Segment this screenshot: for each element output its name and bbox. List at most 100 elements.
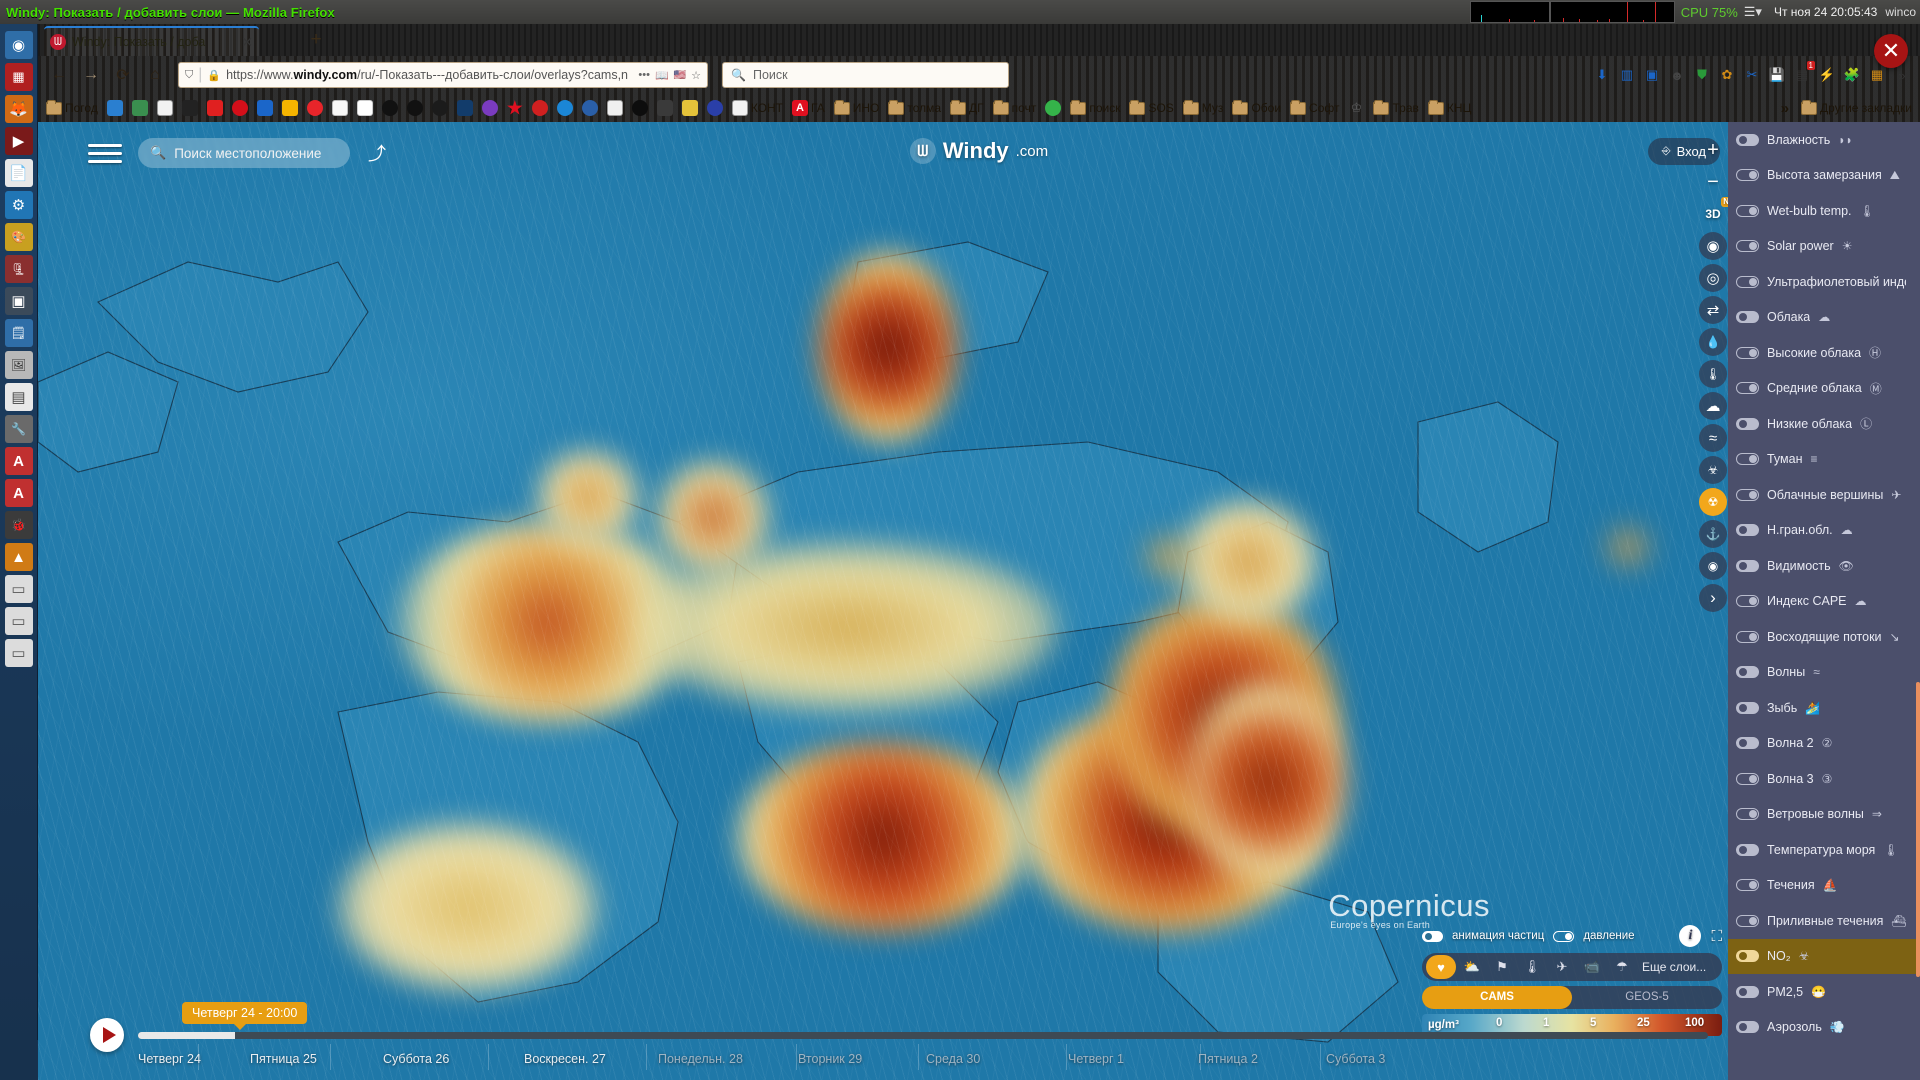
airplane-icon[interactable]: ✈ bbox=[1548, 955, 1576, 979]
hamburger-menu-icon[interactable]: ☰▾ bbox=[1744, 4, 1766, 20]
currents-layer-button[interactable]: ⚓ bbox=[1699, 520, 1727, 548]
search-bar[interactable]: 🔍 Поиск bbox=[722, 62, 1009, 88]
layer-toggle[interactable] bbox=[1736, 630, 1759, 643]
layer-row-aerosol[interactable]: Аэрозоль 💨 bbox=[1728, 1010, 1920, 1046]
bookmark-folder-ino[interactable]: ИНО bbox=[830, 99, 884, 117]
zoom-in-button[interactable]: + bbox=[1699, 136, 1727, 164]
bookmark-star-icon[interactable]: ☆ bbox=[691, 69, 701, 82]
location-search-input[interactable]: 🔍 Поиск местоположение bbox=[138, 138, 350, 168]
taskbar-window-label[interactable]: winco bbox=[1885, 5, 1920, 19]
bookmark-bird[interactable] bbox=[653, 98, 677, 118]
layer-row-tidal-currents[interactable]: Приливные течения ⛴ bbox=[1728, 903, 1920, 939]
layer-row-humidity[interactable]: Влажность ◗◗ bbox=[1728, 122, 1920, 158]
favorites-icon[interactable]: ♥ bbox=[1426, 955, 1456, 979]
bookmark-youtube[interactable] bbox=[203, 98, 227, 118]
bookmark-yandex-alt[interactable] bbox=[328, 98, 352, 118]
bookmark-mail[interactable] bbox=[278, 98, 302, 118]
layer-row-clouds[interactable]: Облака ☁ bbox=[1728, 300, 1920, 336]
timeline-day-9[interactable]: Суббота 3 bbox=[1326, 1052, 1385, 1066]
new-tab-button[interactable]: + bbox=[303, 29, 329, 53]
more-layers-button[interactable]: Еще слои... bbox=[1642, 960, 1712, 974]
layer-toggle[interactable] bbox=[1736, 240, 1759, 253]
bookmark-pen[interactable] bbox=[478, 98, 502, 118]
expand-rail-button[interactable]: › bbox=[1699, 584, 1727, 612]
layer-toggle[interactable] bbox=[1736, 169, 1759, 182]
wind-flag-icon[interactable]: ⚑ bbox=[1488, 955, 1516, 979]
bookmark-folder-trav[interactable]: Трав bbox=[1369, 99, 1422, 117]
bookmark-globe-dark[interactable] bbox=[403, 98, 427, 118]
layer-toggle[interactable] bbox=[1736, 879, 1759, 892]
bookmark-star-red[interactable] bbox=[503, 98, 527, 118]
layer-toggle[interactable] bbox=[1736, 275, 1759, 288]
puzzle-icon[interactable]: 🧩 bbox=[1840, 62, 1864, 88]
home-button[interactable]: ⌂ bbox=[140, 60, 170, 90]
bookmark-github[interactable] bbox=[428, 98, 452, 118]
timeline-track[interactable] bbox=[138, 1032, 1708, 1039]
layers-scrollbar[interactable] bbox=[1916, 682, 1920, 977]
layer-toggle[interactable] bbox=[1736, 950, 1759, 963]
bookmark-note[interactable] bbox=[153, 98, 177, 118]
layer-toggle[interactable] bbox=[1736, 382, 1759, 395]
no2-layer-button[interactable]: ☢ bbox=[1699, 488, 1727, 516]
layer-toggle[interactable] bbox=[1736, 595, 1759, 608]
layer-toggle[interactable] bbox=[1736, 524, 1759, 537]
bookmark-folder-poisk[interactable]: поиск bbox=[1066, 99, 1124, 117]
timeline-day-0[interactable]: Четверг 24 bbox=[138, 1052, 201, 1066]
bookmark-star-dark[interactable] bbox=[378, 98, 402, 118]
layer-toggle[interactable] bbox=[1736, 346, 1759, 359]
dock-item-calculator[interactable]: ▦ bbox=[4, 63, 33, 91]
shield-adblock-icon[interactable]: ⛊ bbox=[1690, 62, 1714, 88]
satellite-layer-button[interactable]: ⇄ bbox=[1699, 296, 1727, 324]
close-panel-button[interactable]: ✕ bbox=[1874, 34, 1908, 68]
bookmark-h2o[interactable] bbox=[553, 98, 577, 118]
bookmarks-overflow-button[interactable]: » bbox=[1777, 98, 1793, 119]
zoom-out-button[interactable]: − bbox=[1699, 168, 1727, 196]
system-clock[interactable]: Чт ноя 24 20:05:43 bbox=[1766, 5, 1885, 19]
dock-item-app-launcher[interactable]: ◉ bbox=[4, 31, 33, 59]
radar-layer-button[interactable]: ◎ bbox=[1699, 264, 1727, 292]
bookmark-shield-blue[interactable] bbox=[578, 98, 602, 118]
layer-row-freezing-level[interactable]: Высота замерзания ⛰ bbox=[1728, 158, 1920, 194]
tab-windy[interactable]: ᗯ Windy: Показать / доба ✕ bbox=[44, 26, 259, 56]
timeline-day-7[interactable]: Четверг 1 bbox=[1068, 1052, 1124, 1066]
layer-row-swell[interactable]: Зыбь 🏄 bbox=[1728, 690, 1920, 726]
layer-toggle[interactable] bbox=[1736, 843, 1759, 856]
bookmark-opera[interactable] bbox=[228, 98, 252, 118]
layer-row-high-clouds[interactable]: Высокие облака Ⓗ bbox=[1728, 335, 1920, 371]
bookmark-map[interactable] bbox=[128, 98, 152, 118]
bookmark-kont[interactable]: КОНТ bbox=[728, 98, 787, 118]
dock-item-firefox[interactable]: 🦊 bbox=[4, 95, 33, 123]
sidebar-icon[interactable]: ▣ bbox=[1640, 62, 1664, 88]
bookmark-data[interactable] bbox=[453, 98, 477, 118]
layer-toggle[interactable] bbox=[1736, 666, 1759, 679]
bookmark-ga[interactable]: A ГА bbox=[788, 98, 829, 118]
layer-toggle[interactable] bbox=[1736, 453, 1759, 466]
bookmark-folder-muz[interactable]: Муз bbox=[1179, 99, 1228, 117]
shield-icon[interactable]: ⛉ bbox=[185, 69, 193, 82]
layer-toggle[interactable] bbox=[1736, 488, 1759, 501]
dock-item-window-3[interactable]: ▭ bbox=[4, 639, 33, 667]
other-bookmarks-folder[interactable]: Другие закладки bbox=[1797, 99, 1916, 117]
url-bar[interactable]: ⛉ | 🔒 https://www.windy.com/ru/-Показать… bbox=[178, 62, 708, 88]
layer-row-fog[interactable]: Туман ≡ bbox=[1728, 442, 1920, 478]
bookmark-green-orb[interactable] bbox=[1041, 98, 1065, 118]
thermometer-icon[interactable]: 🌡 bbox=[1518, 955, 1546, 979]
layer-toggle[interactable] bbox=[1736, 417, 1759, 430]
dock-item-spreadsheet[interactable]: ▤ bbox=[4, 383, 33, 411]
timeline-day-3[interactable]: Воскресен. 27 bbox=[524, 1052, 606, 1066]
downloads-icon[interactable]: ⬇ bbox=[1590, 62, 1614, 88]
dock-item-archive[interactable]: 🗜 bbox=[4, 255, 33, 283]
play-button[interactable] bbox=[90, 1018, 124, 1052]
bookmark-droplet[interactable] bbox=[703, 98, 727, 118]
layer-row-mid-clouds[interactable]: Средние облака Ⓜ bbox=[1728, 371, 1920, 407]
layer-toggle[interactable] bbox=[1736, 737, 1759, 750]
bookmark-folder-sos[interactable]: SOS bbox=[1125, 99, 1177, 117]
rain-layer-button[interactable]: 💧 bbox=[1699, 328, 1727, 356]
timeline-day-1[interactable]: Пятница 25 bbox=[250, 1052, 317, 1066]
layer-toggle[interactable] bbox=[1736, 772, 1759, 785]
layer-row-waves[interactable]: Волны ≈ bbox=[1728, 655, 1920, 691]
3d-toggle-button[interactable]: 3D N bbox=[1699, 197, 1731, 228]
dock-item-notes[interactable]: 🗒 bbox=[4, 319, 33, 347]
lock-icon[interactable]: 🔒 bbox=[207, 69, 221, 82]
notification-icon[interactable]: ▤ 1 bbox=[1790, 61, 1815, 88]
